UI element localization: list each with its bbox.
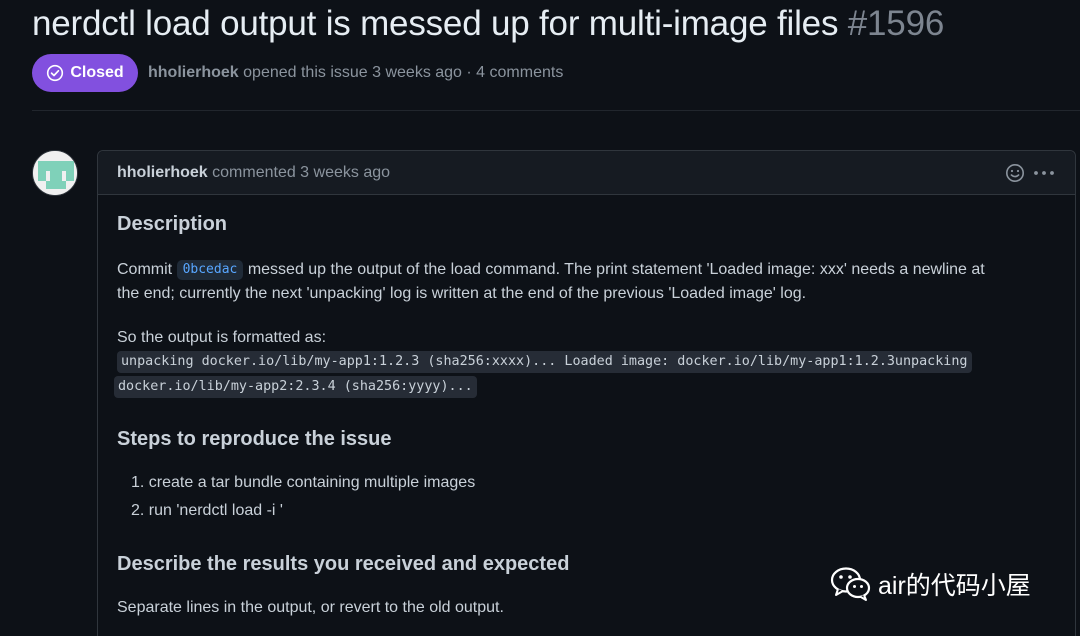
- avatar[interactable]: [32, 150, 78, 196]
- steps-list: 1. create a tar bundle containing multip…: [131, 469, 475, 525]
- issue-title-text: nerdctl load output is messed up for mul…: [32, 4, 839, 43]
- kebab-horizontal-icon: [1034, 171, 1054, 175]
- commit-text-line-1: messed up the output of the load command…: [247, 261, 985, 278]
- comment-timestamp: commented 3 weeks ago: [212, 164, 391, 181]
- comment-header-text: hholierhoek commented 3 weeks ago: [117, 163, 390, 183]
- issue-state-badge[interactable]: Closed: [32, 54, 138, 92]
- steps-heading: Steps to reproduce the issue: [117, 428, 392, 450]
- header-divider: [32, 110, 1080, 111]
- watermark: air的代码小屋: [830, 566, 1031, 602]
- add-reaction-button[interactable]: [1004, 162, 1026, 184]
- commit-sha-link[interactable]: 0bcedac: [176, 260, 244, 280]
- identicon-icon: [33, 151, 77, 195]
- commit-prefix: Commit: [117, 261, 173, 278]
- comment-header: hholierhoek commented 3 weeks ago: [98, 151, 1075, 195]
- results-heading: Describe the results you received and ex…: [117, 553, 570, 575]
- closed-check-icon: [46, 64, 64, 82]
- code-output-line-2: docker.io/lib/my-app2:2.3.4 (sha256:yyyy…: [114, 376, 477, 398]
- comment-author-link[interactable]: hholierhoek: [117, 164, 208, 181]
- list-item: 2. run 'nerdctl load -i ': [131, 502, 283, 519]
- list-item: 1. create a tar bundle containing multip…: [131, 474, 476, 491]
- watermark-text: air的代码小屋: [878, 572, 1031, 600]
- issue-meta-text: opened this issue 3 weeks ago · 4 commen…: [243, 64, 564, 81]
- wechat-icon: [830, 567, 871, 601]
- issue-title: nerdctl load output is messed up for mul…: [32, 2, 944, 46]
- code-output-line-1: unpacking docker.io/lib/my-app1:1.2.3 (s…: [117, 351, 972, 373]
- issue-number: #1596: [847, 4, 945, 43]
- formatted-label: So the output is formatted as:: [117, 329, 327, 346]
- description-heading: Description: [117, 213, 228, 235]
- smiley-icon: [1006, 164, 1024, 182]
- issue-meta: hholierhoek opened this issue 3 weeks ag…: [148, 62, 563, 84]
- comment-options-button[interactable]: [1032, 162, 1056, 184]
- issue-author-link[interactable]: hholierhoek: [148, 64, 239, 81]
- commit-text-line-2: the end; currently the next 'unpacking' …: [117, 285, 807, 302]
- issue-state-label: Closed: [70, 64, 124, 81]
- comment-box: hholierhoek commented 3 weeks ago Descri…: [97, 150, 1076, 636]
- issue-page: nerdctl load output is messed up for mul…: [0, 0, 1080, 636]
- commit-paragraph: Commit 0bcedac messed up the output of t…: [117, 258, 1057, 306]
